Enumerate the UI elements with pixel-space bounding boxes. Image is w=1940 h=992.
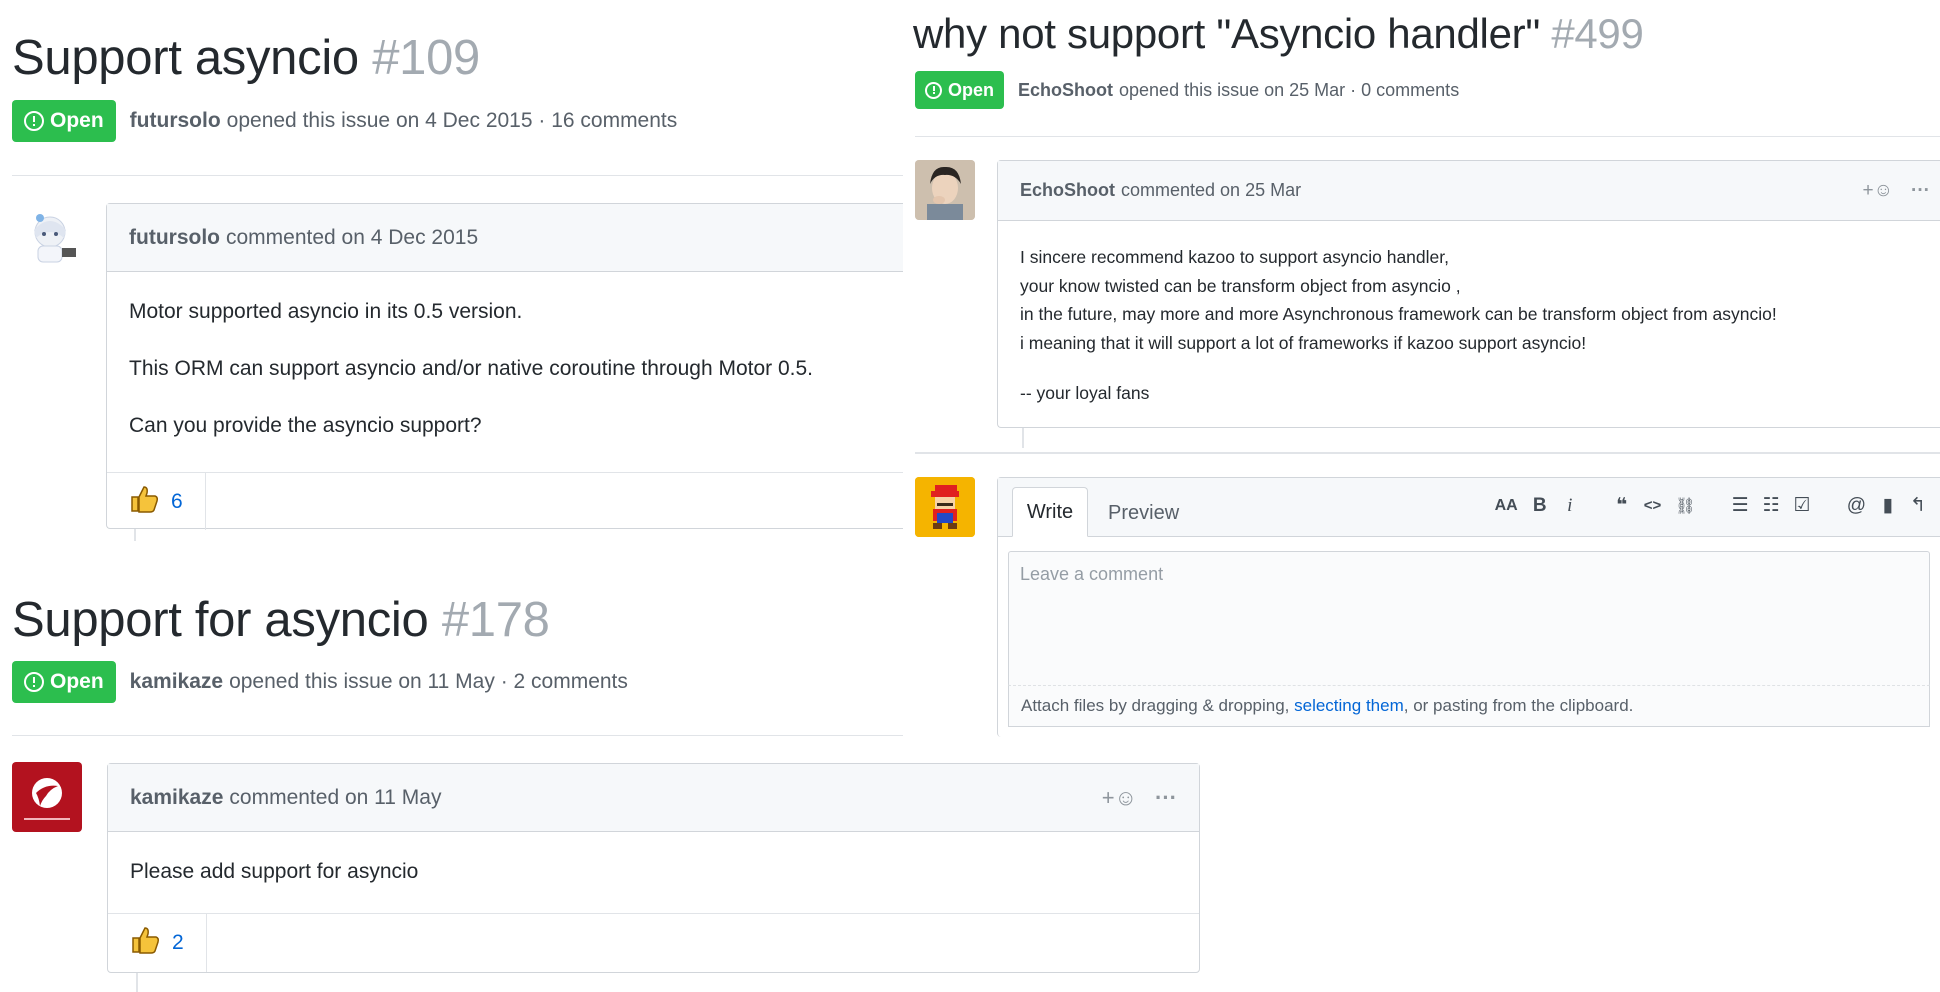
issue-author-link[interactable]: EchoShoot (1018, 80, 1113, 101)
text-format-group: AA B i (1495, 495, 1578, 517)
more-icon[interactable]: ··· (1155, 785, 1177, 811)
list-group: ☰ ☷ ☑ (1732, 494, 1811, 517)
bold-icon[interactable]: B (1532, 495, 1548, 517)
comment-editor: Write Preview AA B i ❝ <> ⛓ ☰ ☷ ☑ @ ▮ ↰ … (997, 477, 1940, 737)
comment-box: kamikaze commented on 11 May +☺ ··· Plea… (107, 763, 1200, 973)
comment-header: EchoShoot commented on 25 Mar +☺ ··· (998, 161, 1940, 221)
comment-line: Please add support for asyncio (130, 860, 419, 883)
mention-group: @ ▮ ↰ (1847, 494, 1926, 517)
issue-author-link[interactable]: kamikaze (130, 670, 223, 694)
attach-text-suffix: , or pasting from the clipboard. (1403, 696, 1634, 715)
issue-number[interactable]: #178 (442, 593, 550, 647)
header-divider (915, 136, 1940, 137)
issue-author-link[interactable]: futursolo (130, 109, 221, 133)
comment-line: -- your loyal fans (1020, 383, 1150, 403)
comment-body: Motor supported asyncio in its 0.5 versi… (107, 272, 926, 472)
mention-icon[interactable]: @ (1847, 495, 1866, 517)
timeline-line (134, 529, 136, 541)
reaction-thumbs-up[interactable]: 2 (108, 914, 207, 972)
task-list-icon[interactable]: ☑ (1794, 494, 1811, 517)
tab-preview[interactable]: Preview (1108, 502, 1179, 525)
bulleted-list-icon[interactable]: ☰ (1732, 494, 1749, 517)
add-reaction-icon[interactable]: +☺ (1102, 785, 1137, 811)
comment-box: futursolo commented on 4 Dec 2015 Motor … (106, 203, 926, 530)
issue-meta: Open kamikaze opened this issue on 11 Ma… (12, 661, 628, 703)
comment-reactions: 2 (108, 913, 1199, 972)
timeline-line (136, 973, 138, 992)
open-issue-icon (24, 672, 44, 692)
open-issue-icon (925, 81, 942, 99)
reaction-count: 6 (171, 489, 183, 513)
text-size-icon[interactable]: AA (1495, 497, 1518, 515)
comment-line: I sincere recommend kazoo to support asy… (1020, 247, 1449, 267)
markdown-toolbar: AA B i ❝ <> ⛓ ☰ ☷ ☑ @ ▮ ↰ (1473, 494, 1926, 517)
comment-line: This ORM can support asyncio and/or nati… (129, 357, 814, 380)
issue-title: Support for asyncio #178 (12, 593, 550, 647)
numbered-list-icon[interactable]: ☷ (1763, 494, 1780, 517)
comment-reactions: 6 (107, 472, 926, 530)
issue-meta-text: opened this issue on 11 May · 2 comments (229, 670, 628, 693)
select-files-link[interactable]: selecting them (1294, 696, 1404, 716)
current-user-avatar[interactable] (915, 477, 975, 537)
timeline-line (1022, 428, 1024, 448)
italic-icon[interactable]: i (1562, 495, 1578, 517)
comment-line: Motor supported asyncio in its 0.5 versi… (129, 300, 523, 323)
issue-number[interactable]: #499 (1551, 10, 1644, 57)
saved-reply-icon[interactable]: ▮ (1880, 494, 1896, 517)
quote-icon[interactable]: ❝ (1614, 494, 1630, 517)
issue-499-panel: why not support "Asyncio handler" #499 O… (903, 0, 1940, 737)
comment-author-link[interactable]: kamikaze (130, 786, 223, 810)
comment-line: your know twisted can be transform objec… (1020, 275, 1461, 296)
comment-line: in the future, may more and more Asynchr… (1020, 304, 1777, 324)
status-badge: Open (12, 661, 116, 703)
attach-files-bar[interactable]: Attach files by dragging & dropping, sel… (1008, 685, 1930, 727)
comment-line: Can you provide the asyncio support? (129, 414, 482, 437)
comment-box: EchoShoot commented on 25 Mar +☺ ··· I s… (997, 160, 1940, 428)
issue-title: why not support "Asyncio handler" #499 (913, 10, 1644, 57)
comment-author-link[interactable]: futursolo (129, 226, 220, 250)
comment-header: futursolo commented on 4 Dec 2015 (107, 204, 926, 272)
reaction-thumbs-up[interactable]: 6 (107, 473, 206, 530)
issue-number[interactable]: #109 (372, 31, 480, 85)
comment-timestamp[interactable]: commented on 11 May (229, 786, 441, 810)
attach-text: Attach files by dragging & dropping, (1021, 696, 1295, 715)
code-icon[interactable]: <> (1644, 497, 1662, 514)
status-badge: Open (915, 71, 1005, 109)
issue-meta-text: opened this issue on 4 Dec 2015 · 16 com… (226, 109, 678, 132)
reaction-count: 2 (172, 931, 184, 954)
issue-meta: Open EchoShoot opened this issue on 25 M… (915, 71, 1459, 109)
comment-line: i meaning that it will support a lot of … (1020, 332, 1587, 353)
header-divider (12, 175, 910, 176)
comment-actions: +☺ ··· (1863, 180, 1930, 202)
issue-meta-text: opened this issue on 25 Mar · 0 comments (1119, 79, 1460, 100)
issue-109-panel: Support asyncio #109 Open futursolo open… (0, 0, 926, 560)
comment-actions: +☺ ··· (1102, 785, 1177, 811)
thumbs-up-icon (129, 484, 159, 520)
issue-title: Support asyncio #109 (12, 31, 481, 85)
avatar[interactable] (915, 160, 975, 220)
thumbs-up-icon (130, 925, 160, 961)
avatar[interactable] (12, 762, 82, 832)
add-reaction-icon[interactable]: +☺ (1863, 180, 1894, 202)
comment-header: kamikaze commented on 11 May +☺ ··· (108, 764, 1199, 832)
comment-timestamp[interactable]: commented on 25 Mar (1121, 180, 1301, 201)
issue-meta: Open futursolo opened this issue on 4 De… (12, 100, 677, 142)
comment-author-link[interactable]: EchoShoot (1020, 180, 1115, 201)
comment-placeholder: Leave a comment (1020, 564, 1164, 584)
comment-body: I sincere recommend kazoo to support asy… (998, 221, 1940, 408)
timeline-divider (915, 452, 1940, 454)
comment-body: Please add support for asyncio (108, 832, 1199, 913)
open-issue-icon (24, 111, 44, 131)
reply-icon[interactable]: ↰ (1910, 494, 1926, 517)
tab-write[interactable]: Write (1012, 487, 1088, 537)
link-icon[interactable]: ⛓ (1675, 496, 1695, 516)
comment-timestamp[interactable]: commented on 4 Dec 2015 (226, 226, 478, 250)
more-icon[interactable]: ··· (1911, 180, 1930, 202)
status-badge: Open (12, 100, 116, 142)
insert-group: ❝ <> ⛓ (1614, 494, 1695, 517)
avatar[interactable] (20, 208, 80, 268)
